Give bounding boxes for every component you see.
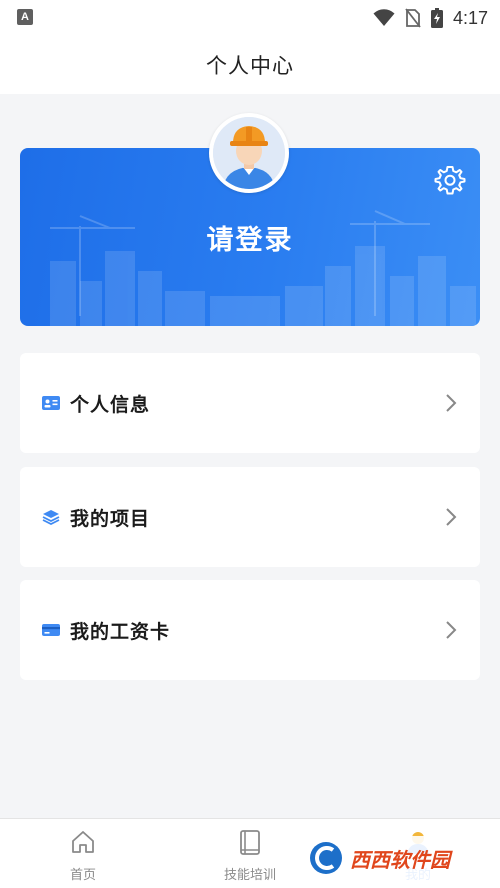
battery-charging-icon <box>430 8 443 28</box>
menu-item-my-projects[interactable]: 我的项目 <box>20 467 480 567</box>
bank-card-icon <box>42 624 60 636</box>
book-icon <box>240 830 260 855</box>
menu-label: 我的项目 <box>70 507 151 530</box>
menu-item-salary-card[interactable]: 我的工资卡 <box>20 580 480 680</box>
chevron-right-icon <box>446 508 457 526</box>
menu-label: 个人信息 <box>70 393 151 416</box>
page-title: 个人中心 <box>206 54 294 78</box>
nav-label: 首页 <box>69 868 96 883</box>
home-icon <box>72 831 94 853</box>
settings-gear-icon[interactable] <box>434 164 466 196</box>
status-bar: A 4:17 <box>0 0 500 36</box>
id-card-icon <box>42 396 60 410</box>
menu-item-personal-info[interactable]: 个人信息 <box>20 353 480 453</box>
watermark-brand: 西西软件园 <box>350 847 450 872</box>
notification-badge-icon: A <box>17 9 33 25</box>
menu-label: 我的工资卡 <box>70 620 171 643</box>
app-header: 个人中心 <box>0 36 500 94</box>
wifi-icon <box>373 9 395 26</box>
chevron-right-icon <box>446 394 457 412</box>
layers-icon <box>42 510 60 525</box>
watermark-c-logo-icon <box>310 842 342 874</box>
login-prompt[interactable]: 请登录 <box>20 218 480 257</box>
avatar[interactable] <box>209 113 289 193</box>
no-sim-icon <box>405 8 421 28</box>
status-icons: 4:17 <box>373 6 488 30</box>
chevron-right-icon <box>446 621 457 639</box>
nav-item-skill-training[interactable]: 技能培训 <box>190 819 310 888</box>
worker-avatar-icon <box>213 117 285 189</box>
nav-label: 技能培训 <box>223 868 276 883</box>
watermark-logo: 西西软件园 <box>302 836 492 880</box>
clock: 4:17 <box>452 7 488 28</box>
nav-item-home[interactable]: 首页 <box>23 819 143 888</box>
